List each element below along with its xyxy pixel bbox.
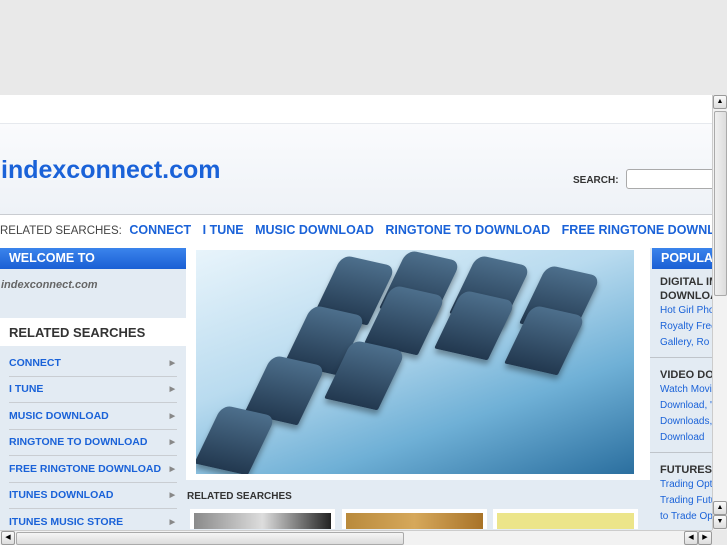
- popular-section: FUTURES Trading Opt Trading Futu to Trad…: [650, 453, 712, 530]
- index-tabs-image: [196, 250, 634, 474]
- list-item-label[interactable]: RINGTONE TO DOWNLOAD: [9, 436, 147, 448]
- list-item[interactable]: MUSIC DOWNLOAD ▶: [9, 403, 177, 430]
- vertical-scroll-thumb[interactable]: [714, 111, 727, 296]
- middle-related-title: RELATED SEARCHES: [187, 491, 292, 502]
- list-item[interactable]: FREE RINGTONE DOWNLOAD ▶: [9, 456, 177, 483]
- scroll-up-icon[interactable]: ▲: [713, 501, 727, 515]
- left-sidebar: WELCOME TO indexconnect.com RELATED SEAR…: [0, 248, 186, 530]
- scroll-up-icon[interactable]: ▲: [713, 95, 727, 109]
- related-link-itune[interactable]: I TUNE: [203, 223, 244, 237]
- middle-related-section: RELATED SEARCHES: [186, 480, 650, 530]
- list-item-label[interactable]: ITUNES DOWNLOAD: [9, 489, 113, 501]
- horizontal-scroll-thumb[interactable]: [16, 532, 404, 545]
- popular-link[interactable]: Hot Girl Pho: [660, 303, 712, 319]
- related-link-ringtone-to-download[interactable]: RINGTONE TO DOWNLOAD: [385, 223, 550, 237]
- thumbnail[interactable]: [493, 509, 638, 529]
- popular-section: DIGITAL IM DOWNLOA Hot Girl Pho Royalty …: [650, 269, 712, 358]
- list-item[interactable]: RINGTONE TO DOWNLOAD ▶: [9, 430, 177, 456]
- thumbnail[interactable]: [190, 509, 335, 529]
- popular-link[interactable]: Downloads,: [660, 414, 712, 430]
- scroll-down-icon[interactable]: ▼: [713, 515, 727, 529]
- section-heading: DOWNLOA: [660, 290, 712, 302]
- list-item-label[interactable]: CONNECT: [9, 357, 61, 369]
- right-sidebar: POPULA DIGITAL IM DOWNLOA Hot Girl Pho R…: [650, 248, 712, 530]
- site-header: indexconnect.com SEARCH:: [0, 123, 712, 215]
- popular-link[interactable]: Download, ': [660, 398, 712, 414]
- scroll-right-icon[interactable]: ▶: [698, 531, 712, 545]
- vertical-scrollbar[interactable]: ▲ ▲ ▼: [712, 95, 727, 530]
- popular-section: VIDEO DO Watch Movi Download, ' Download…: [650, 358, 712, 453]
- related-link-music-download[interactable]: MUSIC DOWNLOAD: [255, 223, 374, 237]
- welcome-subtitle: indexconnect.com: [1, 279, 98, 291]
- popular-link[interactable]: Download: [660, 430, 712, 446]
- web-page: indexconnect.com SEARCH: RELATED SEARCHE…: [0, 95, 712, 530]
- popular-header: POPULA: [652, 248, 712, 269]
- list-item[interactable]: CONNECT ▶: [9, 350, 177, 377]
- welcome-header: WELCOME TO: [0, 248, 186, 269]
- related-searches-title: RELATED SEARCHES: [0, 318, 186, 346]
- related-link-connect[interactable]: CONNECT: [129, 223, 191, 237]
- arrow-right-icon: ▶: [169, 492, 175, 500]
- list-item-label[interactable]: FREE RINGTONE DOWNLOAD: [9, 463, 161, 475]
- arrow-right-icon: ▶: [169, 412, 175, 420]
- scroll-left-icon[interactable]: ◀: [684, 531, 698, 545]
- popular-link[interactable]: to Trade Op: [660, 509, 712, 525]
- arrow-right-icon: ▶: [169, 386, 175, 394]
- popular-link[interactable]: Gallery, Ro: [660, 335, 712, 351]
- section-heading: VIDEO DO: [660, 369, 712, 381]
- site-logo[interactable]: indexconnect.com: [1, 156, 221, 185]
- arrow-right-icon: ▶: [169, 518, 175, 526]
- popular-link[interactable]: Trading Futu: [660, 493, 712, 509]
- list-item-label[interactable]: I TUNE: [9, 383, 43, 395]
- popular-link[interactable]: Trading Opt: [660, 477, 712, 493]
- list-item-label[interactable]: MUSIC DOWNLOAD: [9, 410, 109, 422]
- related-link-free-ringtone-download[interactable]: FREE RINGTONE DOWNL: [562, 223, 712, 237]
- list-item-label[interactable]: ITUNES MUSIC STORE: [9, 516, 123, 528]
- popular-link[interactable]: Royalty Free: [660, 319, 712, 335]
- horizontal-scrollbar[interactable]: ◀ ◀ ▶: [0, 530, 712, 545]
- related-searches-bar: RELATED SEARCHES: CONNECT I TUNE MUSIC D…: [0, 223, 712, 237]
- related-searches-list: CONNECT ▶ I TUNE ▶ MUSIC DOWNLOAD ▶ RINGTON…: [0, 346, 186, 530]
- popular-link[interactable]: Watch Movi: [660, 382, 712, 398]
- hero-image-frame: [188, 248, 642, 480]
- arrow-right-icon: ▶: [169, 439, 175, 447]
- list-item[interactable]: ITUNES DOWNLOAD ▶: [9, 483, 177, 509]
- scroll-left-icon[interactable]: ◀: [1, 531, 15, 545]
- arrow-right-icon: ▶: [169, 465, 175, 473]
- search-input[interactable]: [626, 169, 712, 189]
- list-item[interactable]: ITUNES MUSIC STORE ▶: [9, 509, 177, 530]
- thumbnail[interactable]: [342, 509, 487, 529]
- search-label: SEARCH:: [573, 175, 619, 186]
- list-item[interactable]: I TUNE ▶: [9, 377, 177, 403]
- section-heading: DIGITAL IM: [660, 276, 712, 288]
- related-searches-label: RELATED SEARCHES:: [0, 225, 122, 237]
- section-heading: FUTURES: [660, 464, 712, 476]
- arrow-right-icon: ▶: [169, 359, 175, 367]
